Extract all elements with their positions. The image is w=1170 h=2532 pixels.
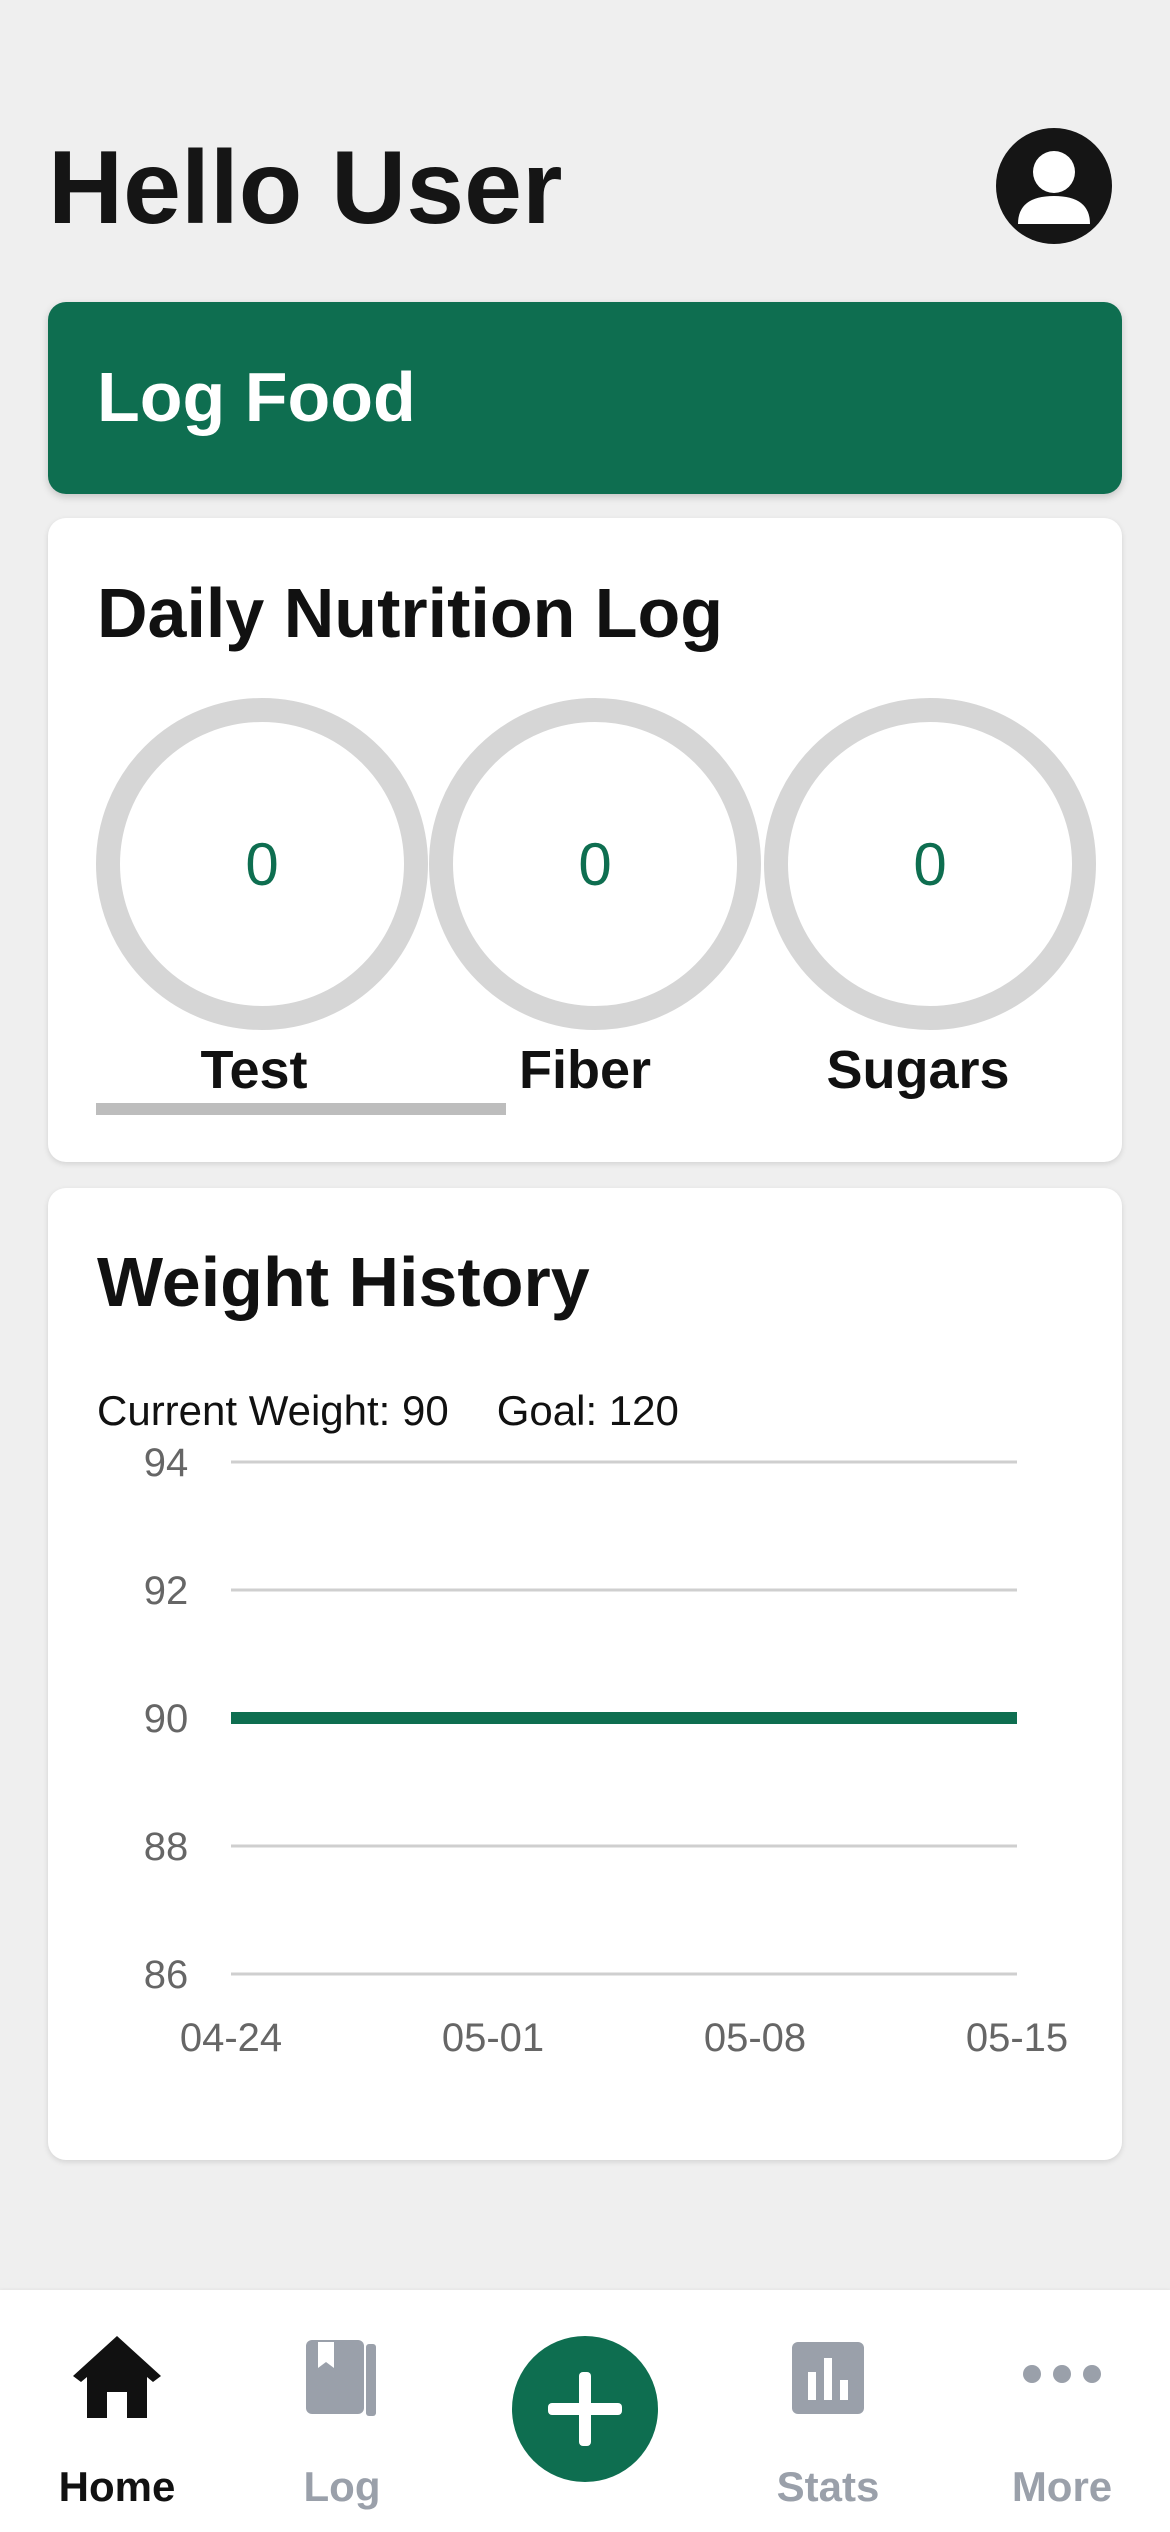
- more-dots-icon: [1023, 2365, 1101, 2383]
- plus-icon: [548, 2372, 622, 2446]
- weight-title: Weight History: [97, 1243, 590, 1321]
- weight-summary: Current Weight: 90 Goal: 120: [97, 1386, 679, 1436]
- nav-home[interactable]: Home: [0, 2290, 234, 2532]
- nutrient-value-sugars: 0: [913, 830, 947, 898]
- home-icon: [73, 2336, 161, 2418]
- x-tick-label: 05-08: [704, 2016, 806, 2060]
- nav-more-label: More: [1011, 2463, 1113, 2510]
- bar-chart-icon: [792, 2342, 864, 2414]
- nutrition-title: Daily Nutrition Log: [97, 574, 724, 652]
- nav-home-label: Home: [58, 2463, 176, 2510]
- nav-log-label: Log: [303, 2463, 381, 2510]
- nav-stats-label: Stats: [776, 2463, 880, 2510]
- x-tick-label: 04-24: [180, 2016, 282, 2060]
- x-tick-label: 05-01: [442, 2016, 544, 2060]
- x-tick-label: 05-15: [966, 2016, 1068, 2060]
- log-food-button[interactable]: Log Food: [48, 302, 1122, 494]
- nutrient-ring-test[interactable]: 0: [96, 698, 428, 1030]
- active-tab-indicator: [96, 1103, 506, 1115]
- nutrient-value-test: 0: [245, 830, 279, 898]
- y-tick-label: 90: [144, 1697, 189, 1741]
- user-avatar-svg: [1018, 151, 1090, 224]
- nutrient-tab-fiber[interactable]: Fiber: [419, 1038, 751, 1102]
- y-tick-label: 92: [144, 1569, 189, 1613]
- user-avatar-icon[interactable]: [996, 128, 1112, 244]
- nutrition-card: Daily Nutrition Log 0 0 0 Test Fiber Sug…: [48, 518, 1122, 1162]
- nav-stats[interactable]: Stats: [711, 2290, 945, 2532]
- y-tick-label: 94: [144, 1441, 189, 1485]
- bottom-nav: Home Log Stats More: [0, 2290, 1170, 2532]
- current-weight-text: Current Weight: 90: [97, 1387, 449, 1434]
- nutrient-ring-fiber[interactable]: 0: [429, 698, 761, 1030]
- nutrient-tab-test[interactable]: Test: [88, 1038, 420, 1102]
- weight-chart: 94 92 90 88 86 04-24 05-01 05-08 05-15: [144, 1441, 1068, 2060]
- y-tick-label: 86: [144, 1953, 189, 1997]
- book-icon: [306, 2340, 376, 2416]
- nutrient-ring-sugars[interactable]: 0: [764, 698, 1096, 1030]
- goal-weight-text: Goal: 120: [496, 1387, 679, 1434]
- nav-log[interactable]: Log: [225, 2290, 459, 2532]
- nutrient-value-fiber: 0: [578, 830, 612, 898]
- greeting-title: Hello User: [48, 130, 563, 246]
- nutrient-tab-sugars[interactable]: Sugars: [752, 1038, 1084, 1102]
- nav-more[interactable]: More: [945, 2290, 1170, 2532]
- header: Hello User: [48, 128, 1122, 248]
- log-food-label: Log Food: [97, 358, 416, 436]
- add-entry-button[interactable]: [512, 2336, 658, 2482]
- weight-card: Weight History Current Weight: 90 Goal: 1…: [48, 1188, 1122, 2160]
- y-tick-label: 88: [144, 1825, 189, 1869]
